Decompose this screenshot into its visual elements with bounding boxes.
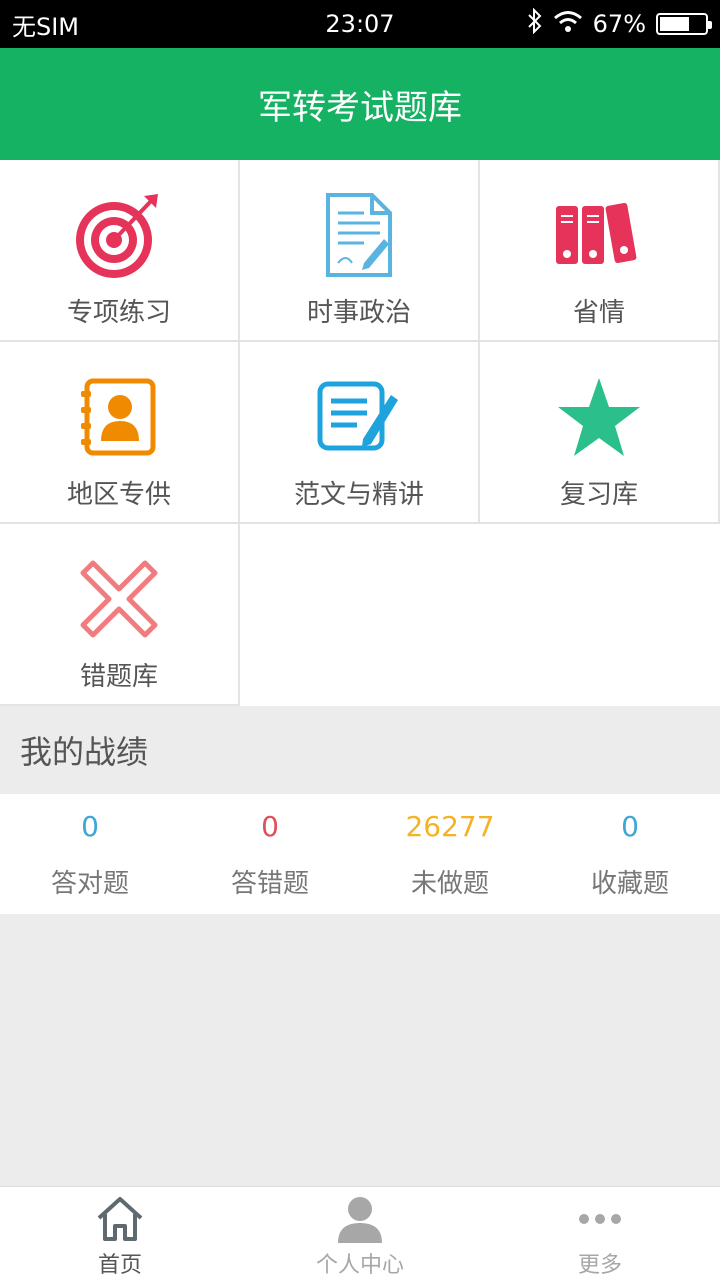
grid-item-label: 专项练习: [66, 298, 171, 328]
grid-item-label: 错题库: [79, 662, 158, 692]
stat-value: 0: [261, 810, 279, 843]
grid-item-label: 省情: [572, 298, 625, 328]
more-icon: [578, 1193, 622, 1245]
tab-label: 更多: [577, 1253, 622, 1278]
wifi-icon: [553, 10, 583, 38]
status-right: 67%: [527, 7, 712, 40]
target-icon: [74, 190, 164, 280]
stat-label: 答对题: [50, 869, 129, 899]
grid-item-regional[interactable]: 地区专供: [0, 342, 240, 524]
grid-item-label: 时事政治: [306, 298, 411, 328]
grid-item-review[interactable]: 复习库: [480, 342, 720, 524]
stat-undone[interactable]: 26277 未做题: [360, 794, 540, 914]
grid-item-essays[interactable]: 范文与精讲: [240, 342, 480, 524]
star-icon: [554, 372, 644, 462]
grid-item-current-affairs[interactable]: 时事政治: [240, 160, 480, 342]
stat-value: 26277: [405, 810, 495, 843]
binders-icon: [554, 190, 644, 280]
x-mark-icon: [74, 554, 164, 644]
battery-fill: [660, 17, 690, 31]
home-icon: [95, 1193, 145, 1245]
stat-wrong[interactable]: 0 答错题: [180, 794, 360, 914]
bluetooth-icon: [527, 7, 543, 40]
document-pen-icon: [314, 190, 404, 280]
stat-correct[interactable]: 0 答对题: [0, 794, 180, 914]
status-bar: 无SIM 23:07 67%: [0, 0, 720, 48]
contact-book-icon: [74, 372, 164, 462]
stat-label: 收藏题: [590, 869, 669, 899]
tab-label: 个人中心: [315, 1253, 404, 1278]
tab-label: 首页: [97, 1253, 142, 1278]
stats-panel: 0 答对题 0 答错题 26277 未做题 0 收藏题: [0, 794, 720, 914]
section-title-record: 我的战绩: [0, 706, 720, 794]
feature-grid: 专项练习 时事政治 省情 地区专供 范文与精讲 复习库 错题库: [0, 160, 720, 706]
carrier-text: 无SIM: [12, 12, 80, 41]
stat-favorites[interactable]: 0 收藏题: [540, 794, 720, 914]
edit-note-icon: [314, 372, 404, 462]
grid-item-label: 范文与精讲: [293, 480, 424, 510]
stat-label: 未做题: [410, 869, 489, 899]
stat-value: 0: [81, 810, 99, 843]
battery-percent: 67%: [592, 10, 646, 38]
user-icon: [336, 1193, 384, 1245]
grid-item-label: 地区专供: [66, 480, 171, 510]
section-title-text: 我的战绩: [20, 733, 149, 771]
grid-item-label: 复习库: [559, 480, 638, 510]
page-title: 军转考试题库: [258, 87, 462, 128]
stat-value: 0: [621, 810, 639, 843]
grid-item-province[interactable]: 省情: [480, 160, 720, 342]
battery-icon: [656, 13, 712, 35]
grid-item-wrong-questions[interactable]: 错题库: [0, 524, 240, 706]
tab-home[interactable]: 首页: [0, 1187, 240, 1280]
stat-label: 答错题: [230, 869, 309, 899]
bottom-tab-bar: 首页 个人中心 更多: [0, 1186, 720, 1280]
tab-profile[interactable]: 个人中心: [240, 1187, 480, 1280]
app-header: 军转考试题库: [0, 48, 720, 160]
grid-item-special-practice[interactable]: 专项练习: [0, 160, 240, 342]
tab-more[interactable]: 更多: [480, 1187, 720, 1280]
